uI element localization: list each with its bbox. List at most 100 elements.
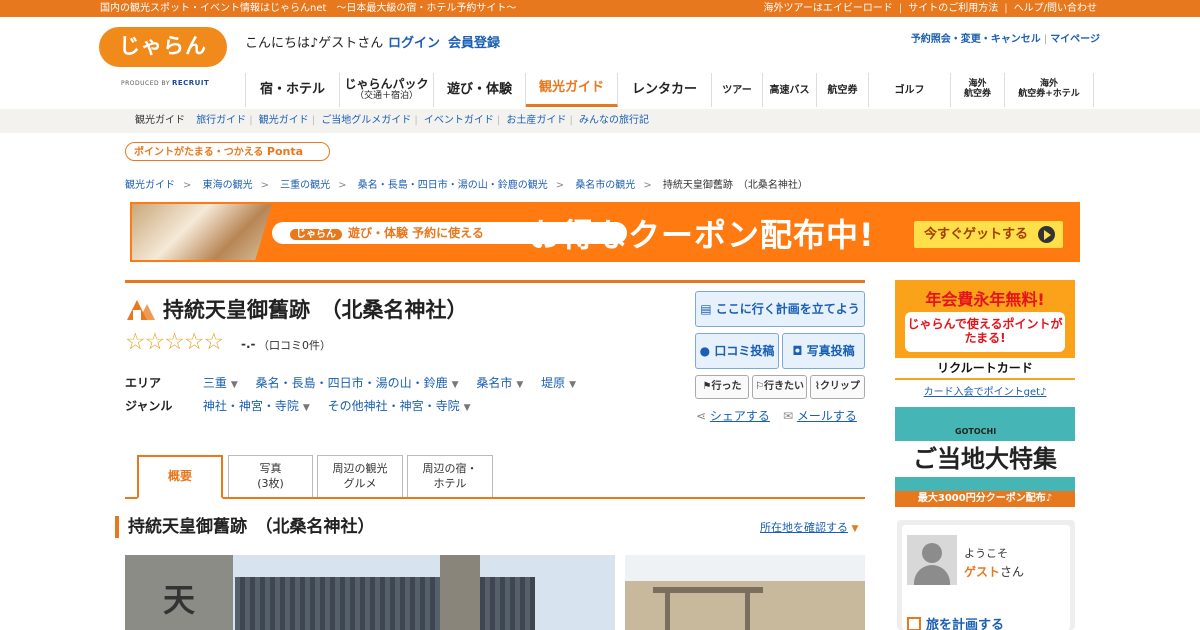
chevron-down-icon[interactable]: ▼ — [303, 403, 310, 413]
mypage-link[interactable]: マイページ — [1050, 34, 1100, 45]
rating-stars: ☆☆☆☆☆ — [125, 329, 224, 355]
coupon-banner[interactable]: じゃらん 遊び・体験 予約に使える お得なクーポン配布中! 今すぐゲットする — [130, 202, 1080, 262]
breadcrumb-link[interactable]: 観光ガイド — [125, 180, 175, 191]
area-link[interactable]: 堤原 — [541, 376, 565, 390]
nav-activity[interactable]: 遊び・体験 — [434, 73, 526, 107]
subnav-sightseeing[interactable]: 観光ガイド — [259, 115, 309, 126]
rating-score: -.- — [241, 337, 256, 351]
breadcrumb-link[interactable]: 東海の観光 — [203, 180, 253, 191]
nav-golf[interactable]: ゴルフ — [869, 73, 951, 107]
card-signup-link[interactable]: カード入会でポイントget♪ — [895, 383, 1075, 398]
breadcrumb-link[interactable]: 桑名・長島・四日市・湯の山・鈴鹿の観光 — [358, 180, 548, 191]
tab-nearby-sights[interactable]: 周辺の観光 グルメ — [317, 455, 403, 497]
clip-button[interactable]: ⌇クリップ — [810, 375, 865, 399]
tab-bar: 概要 写真 (3枚) 周辺の観光 グルメ 周辺の宿・ ホテル — [125, 455, 865, 499]
subnav-event[interactable]: イベントガイド — [424, 115, 494, 126]
usage-link[interactable]: サイトのご利用方法 — [905, 3, 1001, 14]
banner-headline: お得なクーポン配布中! — [529, 216, 875, 254]
map-link[interactable]: 所在地を確認する ▼ — [760, 519, 858, 535]
area-row: エリア 三重 ▼ 桑名・長島・四日市・湯の山・鈴鹿 ▼ 桑名市 ▼ 堤原 ▼ — [125, 374, 590, 391]
area-label: エリア — [125, 376, 162, 390]
area-link[interactable]: 三重 — [203, 376, 227, 390]
chevron-down-icon[interactable]: ▼ — [231, 380, 238, 390]
help-link[interactable]: ヘルプ/問い合わせ — [1011, 3, 1100, 14]
chevron-down-icon[interactable]: ▼ — [452, 380, 459, 390]
trip-plan-link[interactable]: 旅を計画する — [907, 614, 1004, 630]
flag-icon: ⚐ — [755, 381, 764, 392]
spot-photo[interactable]: 天 — [125, 555, 615, 630]
title-rule — [125, 280, 865, 283]
nav-bus[interactable]: 高速バス — [763, 73, 817, 107]
page-title: 持統天皇御舊跡 （北桑名神社） — [163, 298, 468, 322]
camera-icon: ◘ — [792, 344, 803, 358]
welcome-text: ようこそ — [964, 547, 1008, 560]
nav-sightseeing[interactable]: 観光ガイド — [526, 73, 618, 107]
account-links: 予約照会・変更・キャンセル | マイページ — [910, 34, 1100, 45]
gotochi-label: GOTOCHI — [955, 427, 997, 436]
auth-links: ログイン 会員登録 — [388, 32, 508, 51]
subnav-travel[interactable]: 旅行ガイド — [196, 115, 246, 126]
shrine-icon — [127, 300, 155, 320]
subnav-travelogue[interactable]: みんなの旅行記 — [579, 115, 649, 126]
nav-rentacar[interactable]: レンタカー — [618, 73, 712, 107]
been-button[interactable]: ⚑行った — [695, 375, 749, 399]
logo-mark: じゃらん — [99, 27, 227, 67]
chevron-down-icon[interactable]: ▼ — [569, 380, 576, 390]
mail-link[interactable]: ✉ メールする — [783, 407, 857, 424]
spot-photo[interactable] — [625, 555, 865, 630]
mail-icon: ✉ — [783, 409, 794, 423]
comment-icon: ● — [699, 344, 711, 358]
global-nav: 宿・ホテル じゃらんパック （交通＋宿泊） 遊び・体験 観光ガイド レンタカー ツ… — [245, 73, 1094, 107]
jalan-logo[interactable]: じゃらん PRODUCED BY RECRUIT — [99, 27, 227, 87]
gotochi-footer: 最大3000円分クーポン配布♪ — [895, 491, 1075, 507]
breadcrumb-link[interactable]: 三重の観光 — [280, 180, 330, 191]
nav-tour[interactable]: ツアー — [712, 73, 763, 107]
memo-icon: ▤ — [700, 302, 712, 316]
stone-marker: 天 — [163, 581, 196, 619]
genre-link[interactable]: その他神社・神宮・寺院 — [328, 399, 460, 413]
area-link[interactable]: 桑名・長島・四日市・湯の山・鈴鹿 — [256, 376, 448, 390]
top-links: 海外ツアーはエイビーロード | サイトのご利用方法 | ヘルプ/問い合わせ — [760, 0, 1100, 17]
recruit-card-ad[interactable]: 年会費永年無料! じゃらんで使えるポイントがたまる! リクルートカード — [895, 280, 1075, 380]
breadcrumb: 観光ガイド > 東海の観光 > 三重の観光 > 桑名・長島・四日市・湯の山・鈴鹿の観光… — [125, 180, 808, 191]
abroad-tour-link[interactable]: 海外ツアーはエイビーロード — [760, 3, 895, 14]
nav-overseas-air[interactable]: 海外 航空券 — [951, 73, 1005, 107]
tab-photos[interactable]: 写真 (3枚) — [228, 455, 313, 497]
chevron-down-icon: ▼ — [851, 524, 859, 534]
tab-nearby-hotels[interactable]: 周辺の宿・ ホテル — [407, 455, 493, 497]
review-count: （口コミ0件） — [258, 339, 331, 352]
site-tagline: 国内の観光スポット・イベント情報はじゃらんnet ～日本最大級の宿・ホテル予約サ… — [100, 3, 517, 14]
share-link[interactable]: ⋖ シェアする — [696, 407, 770, 424]
greeting: こんにちは♪ゲストさん — [245, 36, 384, 51]
reservation-link[interactable]: 予約照会・変更・キャンセル — [911, 34, 1041, 45]
nav-package[interactable]: じゃらんパック （交通＋宿泊） — [340, 73, 434, 107]
register-link[interactable]: 会員登録 — [448, 36, 500, 51]
review-post-button[interactable]: ● 口コミ投稿 — [695, 333, 779, 369]
breadcrumb-link[interactable]: 桑名市の観光 — [575, 180, 635, 191]
chevron-down-icon[interactable]: ▼ — [464, 403, 471, 413]
subnav-gourmet[interactable]: ご当地グルメガイド — [321, 115, 411, 126]
ponta-logo: Ponta — [266, 145, 304, 158]
photo-post-button[interactable]: ◘ 写真投稿 — [782, 333, 865, 369]
top-bar: 国内の観光スポット・イベント情報はじゃらんnet ～日本最大級の宿・ホテル予約サ… — [0, 0, 1200, 17]
subnav-souvenir[interactable]: お土産ガイド — [506, 115, 566, 126]
genre-link[interactable]: 神社・神宮・寺院 — [203, 399, 299, 413]
ponta-badge[interactable]: ポイントがたまる・つかえる Ponta — [125, 142, 330, 161]
gotochi-ad[interactable]: GOTOCHI ご当地大特集 最大3000円分クーポン配布♪ — [895, 407, 1075, 507]
banner-cta-button[interactable]: 今すぐゲットする — [914, 221, 1063, 248]
login-link[interactable]: ログイン — [388, 36, 440, 51]
nav-air[interactable]: 航空券 — [817, 73, 869, 107]
chevron-down-icon[interactable]: ▼ — [516, 380, 523, 390]
guest-name: ゲストさん — [964, 565, 1025, 579]
share-icon: ⋖ — [696, 409, 707, 423]
want-button[interactable]: ⚐行きたい — [752, 375, 807, 399]
nav-overseas-hotel[interactable]: 海外 航空券+ホテル — [1005, 73, 1094, 107]
welcome-box: ようこそ ゲストさん 旅を計画する — [897, 520, 1075, 630]
area-link[interactable]: 桑名市 — [476, 376, 512, 390]
nav-hotel[interactable]: 宿・ホテル — [246, 73, 340, 107]
plan-button[interactable]: ▤ ここに行く計画を立てよう — [695, 291, 865, 327]
play-icon — [1038, 226, 1055, 243]
sub-nav: 観光ガイド 旅行ガイド | 観光ガイド | ご当地グルメガイド | イベントガイド | … — [0, 109, 1200, 133]
memo-icon — [907, 617, 921, 630]
tab-overview[interactable]: 概要 — [137, 455, 223, 499]
